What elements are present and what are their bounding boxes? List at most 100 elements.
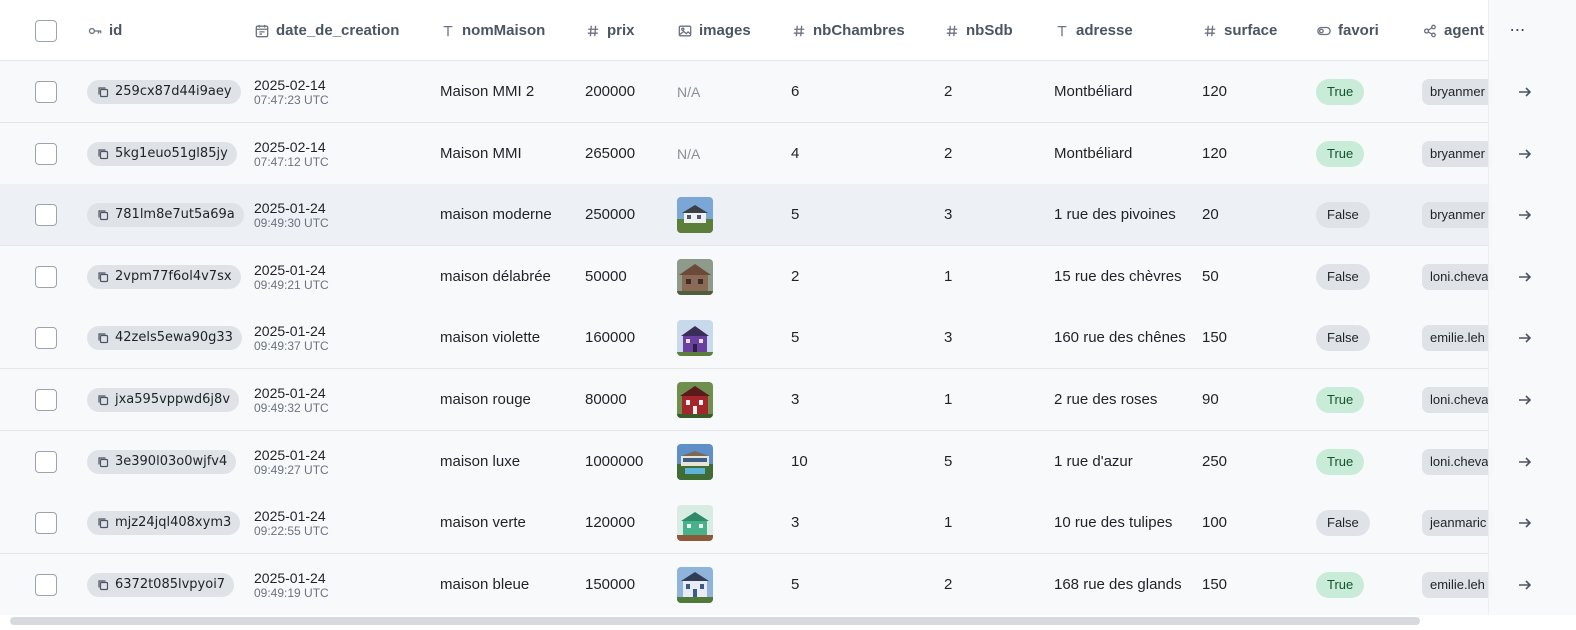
copy-icon[interactable] [97,332,109,344]
column-header-surface[interactable]: surface [1202,0,1277,61]
adresse-cell: 1 rue des pivoines [1054,206,1176,223]
copy-icon[interactable] [97,517,109,529]
row-checkbox[interactable] [35,265,57,288]
favori-cell: True [1316,369,1365,430]
copy-icon[interactable] [97,86,109,98]
column-header-agent[interactable]: agent [1422,0,1484,61]
row-checkbox-cell[interactable] [35,431,57,492]
copy-icon[interactable] [97,148,109,160]
copy-icon[interactable] [97,394,109,406]
column-header-favori[interactable]: favori [1316,0,1379,61]
row-checkbox-cell[interactable] [35,554,57,615]
copy-icon[interactable] [97,209,109,221]
id-pill[interactable]: 781lm8e7ut5a69a [87,202,244,227]
row-checkbox-cell[interactable] [35,246,57,307]
column-header-adresse[interactable]: adresse [1054,0,1133,61]
open-record-arrow-icon[interactable] [1516,453,1534,471]
copy-icon[interactable] [97,271,109,283]
image-na-text: N/A [677,145,701,162]
agent-pill[interactable]: loni.cheva [1422,386,1497,413]
row-checkbox-cell[interactable] [35,307,57,368]
column-header-date-de-creation[interactable]: date_de_creation [254,0,399,61]
row-checkbox[interactable] [35,388,57,411]
id-pill[interactable]: 5kg1euo51gl85jy [87,141,237,166]
table-row[interactable]: mjz24jql408xym3 2025-01-24 09:22:55 UTC mai… [0,492,1576,554]
agent-pill[interactable]: emilie.leh [1422,324,1493,351]
nbchambres-cell: 6 [791,83,800,100]
date-cell: 2025-01-24 09:49:30 UTC [254,184,329,245]
row-checkbox-cell[interactable] [35,184,57,245]
row-checkbox-cell[interactable] [35,123,57,184]
row-checkbox[interactable] [35,80,57,103]
row-checkbox[interactable] [35,326,57,349]
house-thumbnail-image[interactable] [677,443,713,480]
id-cell: 5kg1euo51gl85jy [87,123,237,184]
agent-pill[interactable]: emilie.leh [1422,571,1493,598]
column-header-nbsdb[interactable]: nbSdb [944,0,1013,61]
row-checkbox[interactable] [35,450,57,473]
table-row[interactable]: 259cx87d44i9aey 2025-02-14 07:47:23 UTC Mai… [0,61,1576,123]
id-pill[interactable]: mjz24jql408xym3 [87,510,241,535]
id-pill[interactable]: 42zels5ewa90g33 [87,325,242,350]
more-options-icon[interactable]: ⋯ [1508,20,1528,40]
table-row[interactable]: 2vpm77f6ol4v7sx 2025-01-24 09:49:21 UTC mai… [0,246,1576,308]
row-checkbox[interactable] [35,573,57,596]
agent-pill[interactable]: bryanmer [1422,140,1493,167]
adresse-cell: 160 rue des chênes [1054,329,1186,346]
agent-pill[interactable]: bryanmer [1422,78,1493,105]
column-header-prix[interactable]: prix [585,0,635,61]
id-pill[interactable]: 3e390l03o0wjfv4 [87,449,237,474]
id-pill[interactable]: jxa595vppwd6j8v [87,387,240,412]
agent-pill[interactable]: bryanmer [1422,201,1493,228]
column-header-nbchambres[interactable]: nbChambres [791,0,905,61]
house-thumbnail-image[interactable] [677,258,713,295]
house-thumbnail-image[interactable] [677,381,713,418]
table-row[interactable]: 6372t085lvpyoi7 2025-01-24 09:49:19 UTC mai… [0,554,1576,616]
nbchambres-cell: 3 [791,391,800,408]
images-cell: N/A [677,123,700,184]
prix-cell: 250000 [585,206,636,223]
open-record-arrow-icon[interactable] [1516,206,1534,224]
nommaison-cell: maison verte [440,514,526,531]
table-row[interactable]: 42zels5ewa90g33 2025-01-24 09:49:37 UTC mai… [0,307,1576,369]
open-record-arrow-icon[interactable] [1516,83,1534,101]
house-thumbnail-image[interactable] [677,196,713,233]
row-checkbox[interactable] [35,203,57,226]
id-pill[interactable]: 259cx87d44i9aey [87,79,241,104]
row-checkbox[interactable] [35,511,57,534]
house-thumbnail-image[interactable] [677,504,713,541]
nommaison-cell: maison bleue [440,576,530,593]
open-record-arrow-icon[interactable] [1516,145,1534,163]
house-thumbnail-image[interactable] [677,319,713,356]
table-row[interactable]: 3e390l03o0wjfv4 2025-01-24 09:49:27 UTC mai… [0,431,1576,493]
agent-pill[interactable]: jeanmaric [1422,509,1495,536]
open-record-arrow-icon[interactable] [1516,514,1534,532]
copy-icon[interactable] [97,579,109,591]
open-record-arrow-icon[interactable] [1516,576,1534,594]
open-record-arrow-icon[interactable] [1516,329,1534,347]
agent-pill[interactable]: loni.cheva [1422,263,1497,290]
select-all-checkbox-cell[interactable] [35,0,57,61]
images-cell [677,369,713,430]
column-header-nommaison[interactable]: nomMaison [440,0,545,61]
agent-pill[interactable]: loni.cheva [1422,448,1497,475]
table-row[interactable]: 5kg1euo51gl85jy 2025-02-14 07:47:12 UTC Mai… [0,123,1576,185]
id-pill[interactable]: 2vpm77f6ol4v7sx [87,264,241,289]
column-header-images[interactable]: images [677,0,751,61]
row-checkbox-cell[interactable] [35,492,57,553]
row-checkbox-cell[interactable] [35,369,57,430]
id-pill[interactable]: 6372t085lvpyoi7 [87,572,235,597]
column-header-id[interactable]: id [87,0,122,61]
table-row[interactable]: 781lm8e7ut5a69a 2025-01-24 09:49:30 UTC mai… [0,184,1576,246]
row-checkbox[interactable] [35,142,57,165]
surface-cell: 100 [1202,514,1228,531]
horizontal-scrollbar-thumb[interactable] [10,617,1420,625]
select-all-checkbox[interactable] [35,19,57,42]
table-row[interactable]: jxa595vppwd6j8v 2025-01-24 09:49:32 UTC mai… [0,369,1576,431]
open-record-arrow-icon[interactable] [1516,391,1534,409]
id-cell: 2vpm77f6ol4v7sx [87,246,241,307]
row-checkbox-cell[interactable] [35,61,57,122]
copy-icon[interactable] [97,456,109,468]
house-thumbnail-image[interactable] [677,566,713,603]
open-record-arrow-icon[interactable] [1516,268,1534,286]
